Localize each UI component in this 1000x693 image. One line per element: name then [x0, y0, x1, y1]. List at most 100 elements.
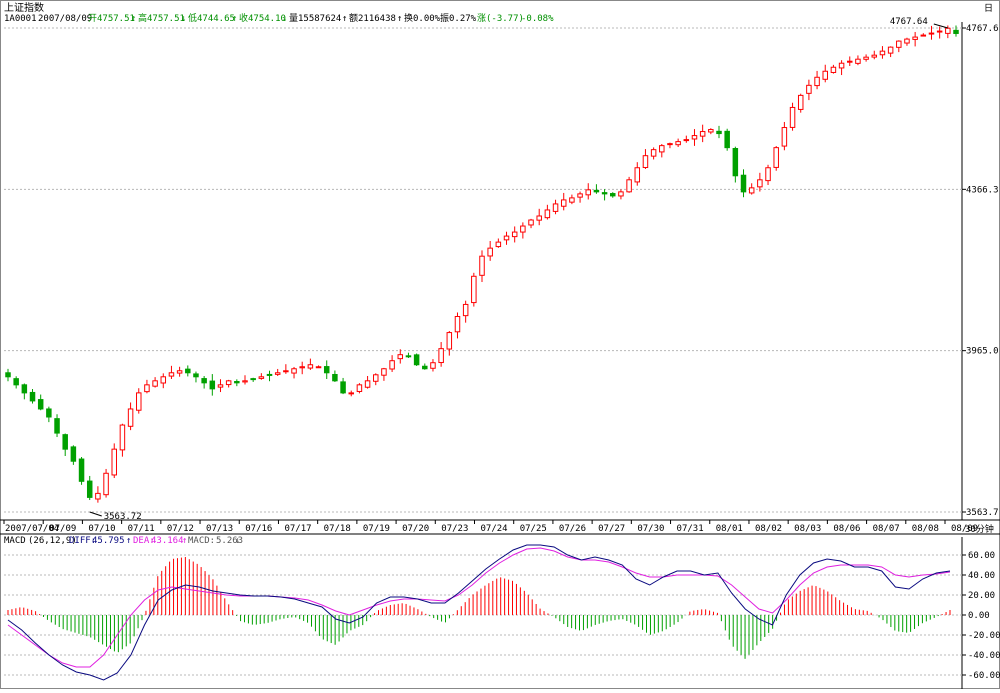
turnover-label: 换	[404, 12, 413, 24]
date-tick-label: 07/26	[559, 524, 586, 534]
candle-down	[340, 381, 346, 394]
candle-up	[797, 94, 804, 110]
date-tick-label: 07/16	[245, 524, 272, 534]
date-tick-label: 07/20	[402, 524, 429, 534]
date-tick-label: 07/27	[598, 524, 625, 534]
macd-grid	[4, 537, 963, 689]
date-tick-label: 08/07	[873, 524, 900, 534]
date-tick-label: 07/13	[206, 524, 233, 534]
candle-up	[103, 472, 109, 496]
candle-up	[536, 215, 542, 221]
candle-down	[405, 355, 412, 358]
candle-up	[863, 56, 869, 60]
candle-up	[650, 149, 657, 157]
candle-up	[307, 364, 314, 369]
candle-up	[667, 143, 673, 146]
candle-up	[373, 374, 379, 382]
high-arrow: ↓	[181, 14, 186, 24]
change-value: (-3.77)	[486, 14, 524, 24]
price-tick-label: 3563.7	[966, 508, 999, 518]
period-day-tab[interactable]: 日	[984, 3, 993, 14]
date-tick-label: 07/30	[637, 524, 664, 534]
date-tick-label: 07/23	[441, 524, 468, 534]
candle-up	[242, 380, 248, 383]
dea-arrow: ↑	[182, 536, 187, 546]
high-label: 高	[138, 12, 147, 24]
candle-up	[618, 191, 624, 197]
macd-tick-label: -40.00	[968, 651, 1000, 661]
candle-up	[585, 189, 591, 196]
candle-up	[111, 448, 117, 476]
candle-up	[683, 139, 690, 142]
price-annotations: 3563.72 4767.64	[89, 17, 948, 522]
open-label: 开	[88, 13, 97, 24]
macd-tick-label: 60.00	[968, 551, 995, 561]
macd-label: MACD:	[188, 536, 215, 546]
diff-line	[7, 544, 951, 681]
macd-tick-label: 0.00	[968, 611, 990, 621]
candle-up	[748, 187, 755, 194]
candle-up	[936, 30, 943, 33]
candle-down	[46, 408, 52, 418]
candle-down	[193, 373, 199, 378]
macd-histogram	[7, 557, 951, 659]
open-value: 4757.51	[97, 14, 135, 24]
low-arrow: ↑	[232, 14, 237, 24]
price-grid	[0, 22, 1000, 535]
date-tick-label: 07/17	[284, 524, 311, 534]
candle-up	[659, 145, 665, 153]
period-label[interactable]: 30分钟	[965, 523, 994, 535]
open-arrow: ↑	[131, 14, 136, 24]
candle-up	[847, 60, 853, 63]
macd-tick-label: -20.00	[968, 631, 1000, 641]
candle-up	[430, 362, 436, 369]
candle-up	[789, 106, 796, 128]
candle-up	[896, 40, 902, 48]
candle-down	[610, 193, 616, 197]
candle-up	[381, 368, 387, 376]
chart-window: 上证指数 日 1A0001 2007/08/09 开 4757.51 ↑ 高 4…	[0, 0, 1000, 689]
candle-up	[274, 372, 281, 375]
candlestick-series	[5, 25, 959, 503]
date-tick-label: 07/09	[49, 524, 76, 534]
date-tick-label: 08/01	[716, 524, 743, 534]
price-tick-label: 3965.0	[966, 347, 999, 357]
candle-down	[716, 130, 722, 135]
candle-down	[601, 192, 608, 195]
candle-down	[250, 378, 256, 381]
candle-up	[699, 131, 706, 137]
candle-up	[814, 76, 820, 87]
candle-up	[454, 315, 461, 333]
low-value: 4744.65	[197, 14, 235, 24]
candle-up	[945, 27, 951, 34]
candle-up	[634, 167, 641, 183]
candle-up	[912, 36, 918, 40]
change-pct: -0.08%	[521, 14, 554, 24]
close-label: 收	[239, 12, 248, 24]
candle-up	[757, 179, 763, 188]
candle-up	[95, 492, 101, 500]
candle-up	[479, 255, 485, 276]
candle-up	[781, 127, 788, 147]
candle-up	[904, 38, 910, 44]
candle-up	[495, 241, 502, 248]
candle-up	[225, 380, 232, 386]
macd-lines	[7, 544, 951, 681]
info-bar: 1A0001 2007/08/09 开 4757.51 ↑ 高 4757.51 …	[4, 12, 554, 24]
date-tick-label: 08/06	[833, 524, 860, 534]
candle-up	[806, 84, 812, 94]
price-tick-label: 4366.3	[966, 185, 999, 195]
change-label: 涨	[477, 13, 486, 24]
candle-down	[332, 373, 338, 382]
candle-up	[136, 392, 142, 411]
bar-date: 2007/08/09	[38, 14, 92, 24]
candle-down	[323, 366, 330, 374]
dea-line	[7, 547, 951, 668]
candle-up	[446, 332, 453, 350]
candle-up	[830, 66, 837, 73]
candle-up	[348, 392, 354, 395]
candle-up	[520, 225, 526, 233]
candle-up	[765, 167, 771, 182]
candle-down	[5, 372, 11, 378]
candle-up	[691, 135, 698, 140]
